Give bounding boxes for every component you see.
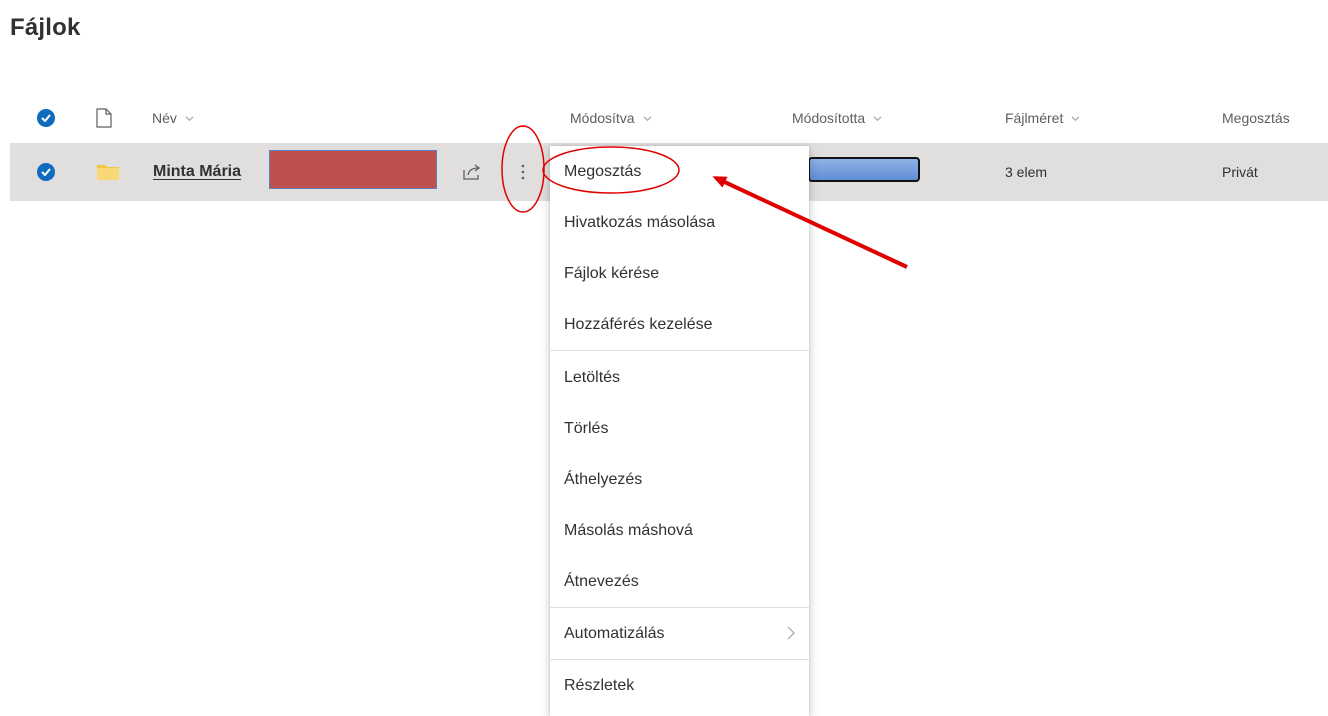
chevron-down-icon xyxy=(873,115,882,121)
row-file-size: 3 elem xyxy=(1005,164,1048,180)
menu-item-delete[interactable]: Törlés xyxy=(550,403,809,454)
column-header-file-size[interactable]: Fájlméret xyxy=(1005,96,1080,140)
document-icon xyxy=(96,96,112,140)
chevron-down-icon xyxy=(643,115,652,121)
share-icon[interactable] xyxy=(462,143,482,201)
chevron-right-icon xyxy=(787,626,795,640)
menu-item-automate[interactable]: Automatizálás xyxy=(550,608,809,659)
check-circle-icon xyxy=(37,109,55,127)
column-header-name[interactable]: Név xyxy=(152,96,194,140)
column-header-row: Név Módosítva Módosította Fájlméret Mego… xyxy=(0,96,1328,140)
folder-icon xyxy=(96,143,120,201)
menu-item-request-files[interactable]: Fájlok kérése xyxy=(550,248,809,299)
select-all-checkbox[interactable] xyxy=(37,96,55,140)
menu-item-details[interactable]: Részletek xyxy=(550,660,809,711)
menu-item-manage-access[interactable]: Hozzáférés kezelése xyxy=(550,299,809,350)
menu-divider xyxy=(550,350,809,351)
row-sharing-status: Privát xyxy=(1222,164,1258,180)
file-name-link[interactable]: Minta Mária xyxy=(153,143,241,201)
redacted-name-block xyxy=(269,150,437,189)
more-vertical-icon[interactable] xyxy=(520,143,526,201)
chevron-down-icon xyxy=(1071,115,1080,121)
menu-item-move[interactable]: Áthelyezés xyxy=(550,454,809,505)
redacted-user-block xyxy=(808,157,920,182)
menu-item-rename[interactable]: Átnevezés xyxy=(550,556,809,607)
chevron-down-icon xyxy=(185,115,194,121)
column-header-modified-by[interactable]: Módosította xyxy=(792,96,882,140)
column-header-modified[interactable]: Módosítva xyxy=(570,96,652,140)
row-select-checkbox[interactable] xyxy=(37,143,55,201)
column-header-sharing[interactable]: Megosztás xyxy=(1222,96,1290,140)
context-menu: Megosztás Hivatkozás másolása Fájlok kér… xyxy=(550,146,809,716)
menu-item-share[interactable]: Megosztás xyxy=(550,146,809,197)
check-circle-icon xyxy=(37,163,55,181)
menu-item-download[interactable]: Letöltés xyxy=(550,352,809,403)
menu-item-copy-to[interactable]: Másolás máshová xyxy=(550,505,809,556)
page-title: Fájlok xyxy=(10,14,81,41)
menu-item-copy-link[interactable]: Hivatkozás másolása xyxy=(550,197,809,248)
